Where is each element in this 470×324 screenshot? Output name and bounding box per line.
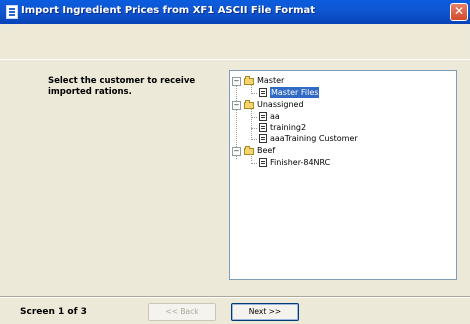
customer-icon — [259, 134, 267, 143]
folder-icon — [244, 100, 254, 109]
tree-connector — [251, 93, 257, 94]
collapse-toggle-icon[interactable]: − — [232, 147, 241, 156]
customer-icon — [259, 112, 267, 121]
collapse-toggle-icon[interactable]: − — [232, 77, 241, 86]
app-icon — [6, 5, 18, 19]
collapse-toggle-icon[interactable]: − — [232, 101, 241, 110]
tree-group-label: Master — [257, 76, 285, 85]
window-title: Import Ingredient Prices from XF1 ASCII … — [21, 5, 316, 16]
tree-group-label: Unassigned — [257, 100, 304, 109]
tree-item-label: training2 — [270, 123, 307, 132]
tree-item-label: aaaTraining Customer — [270, 134, 358, 143]
tree-connector — [251, 163, 257, 164]
close-button[interactable]: ✕ — [450, 3, 468, 21]
tree-item-label: Master Files — [270, 87, 320, 98]
tree-item-label: Finisher-84NRC — [270, 158, 331, 167]
folder-icon — [244, 76, 254, 85]
customer-icon — [259, 158, 267, 167]
tree-connector — [251, 128, 257, 129]
tree-group-label: Beef — [257, 146, 276, 155]
title-bar[interactable]: Import Ingredient Prices from XF1 ASCII … — [0, 0, 470, 24]
footer-divider-highlight — [0, 297, 470, 298]
import-wizard-window: Import Ingredient Prices from XF1 ASCII … — [0, 0, 470, 324]
next-button[interactable]: Next >> — [231, 303, 299, 321]
tree-connector — [251, 117, 257, 118]
tree-connector — [251, 108, 252, 140]
customer-icon — [259, 123, 267, 132]
folder-icon — [244, 146, 254, 155]
customer-tree[interactable]: − Master Master Files − Unassigned aa tr… — [229, 70, 457, 280]
back-button[interactable]: << Back — [148, 303, 216, 321]
header-divider — [0, 59, 470, 60]
header-banner — [8, 25, 463, 60]
customer-icon — [259, 88, 267, 97]
tree-connector — [251, 139, 257, 140]
instruction-text: Select the customer to receive imported … — [48, 76, 196, 97]
tree-item-label: aa — [270, 112, 280, 121]
screen-indicator: Screen 1 of 3 — [20, 307, 87, 317]
